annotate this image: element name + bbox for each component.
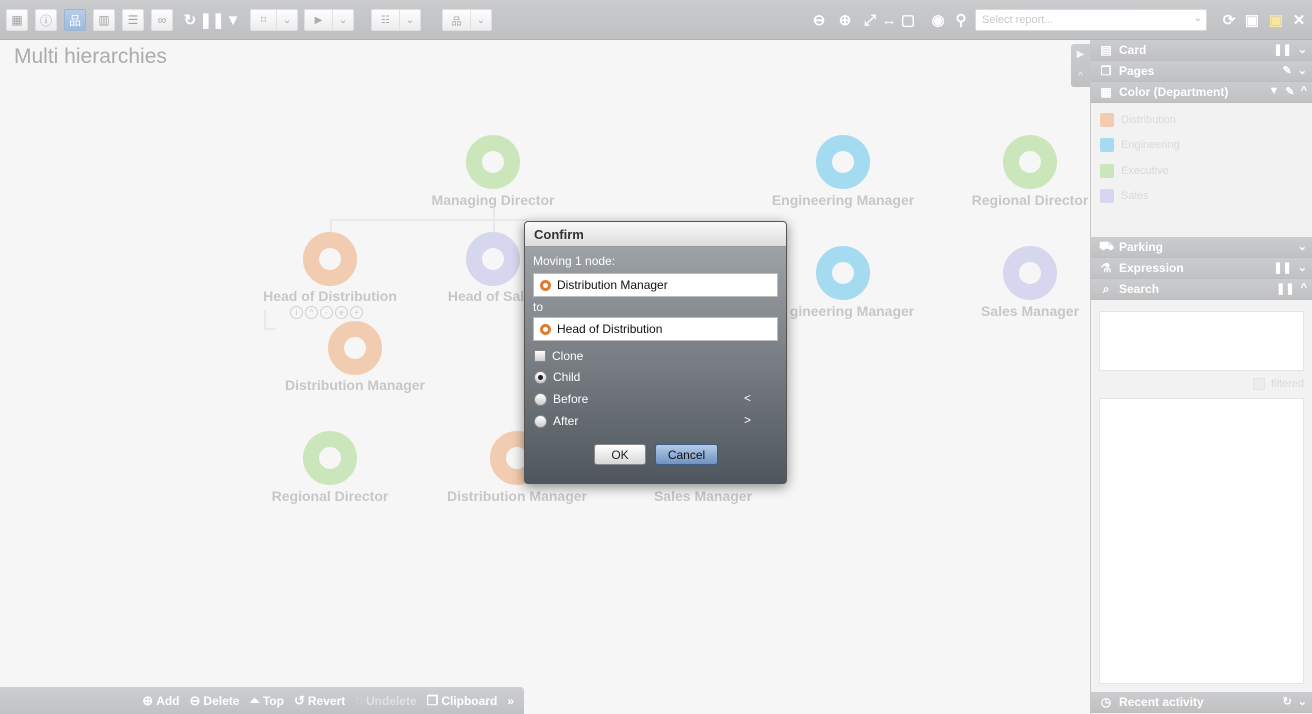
radio-dot (534, 414, 547, 428)
confirm-dialog: Confirm Moving 1 node: Distribution Mana… (524, 221, 787, 484)
ok-button[interactable]: OK (594, 444, 646, 465)
node-icon (540, 279, 551, 291)
target-node-field: Head of Distribution (533, 317, 778, 341)
radio-dot (534, 370, 547, 384)
radio-dot (534, 392, 547, 406)
clone-checkbox[interactable]: Clone (534, 349, 583, 363)
dialog-title: Confirm (525, 222, 786, 247)
clone-label: Clone (552, 349, 584, 363)
cancel-button[interactable]: Cancel (655, 444, 718, 465)
child-label: Child (553, 370, 581, 384)
node-icon (540, 323, 551, 335)
child-radio[interactable]: Child (534, 370, 580, 384)
before-label: Before (553, 392, 589, 406)
source-node-field: Distribution Manager (533, 273, 778, 297)
before-radio[interactable]: Before (534, 392, 588, 406)
target-node-label: Head of Distribution (557, 322, 663, 336)
to-text: to (533, 300, 544, 314)
checkbox-box (534, 350, 546, 362)
after-shortcut: > (744, 413, 752, 427)
source-node-label: Distribution Manager (557, 278, 668, 292)
moving-text: Moving 1 node: (533, 254, 616, 268)
before-shortcut: < (744, 391, 752, 405)
after-label: After (553, 414, 579, 428)
after-radio[interactable]: After (534, 414, 578, 428)
